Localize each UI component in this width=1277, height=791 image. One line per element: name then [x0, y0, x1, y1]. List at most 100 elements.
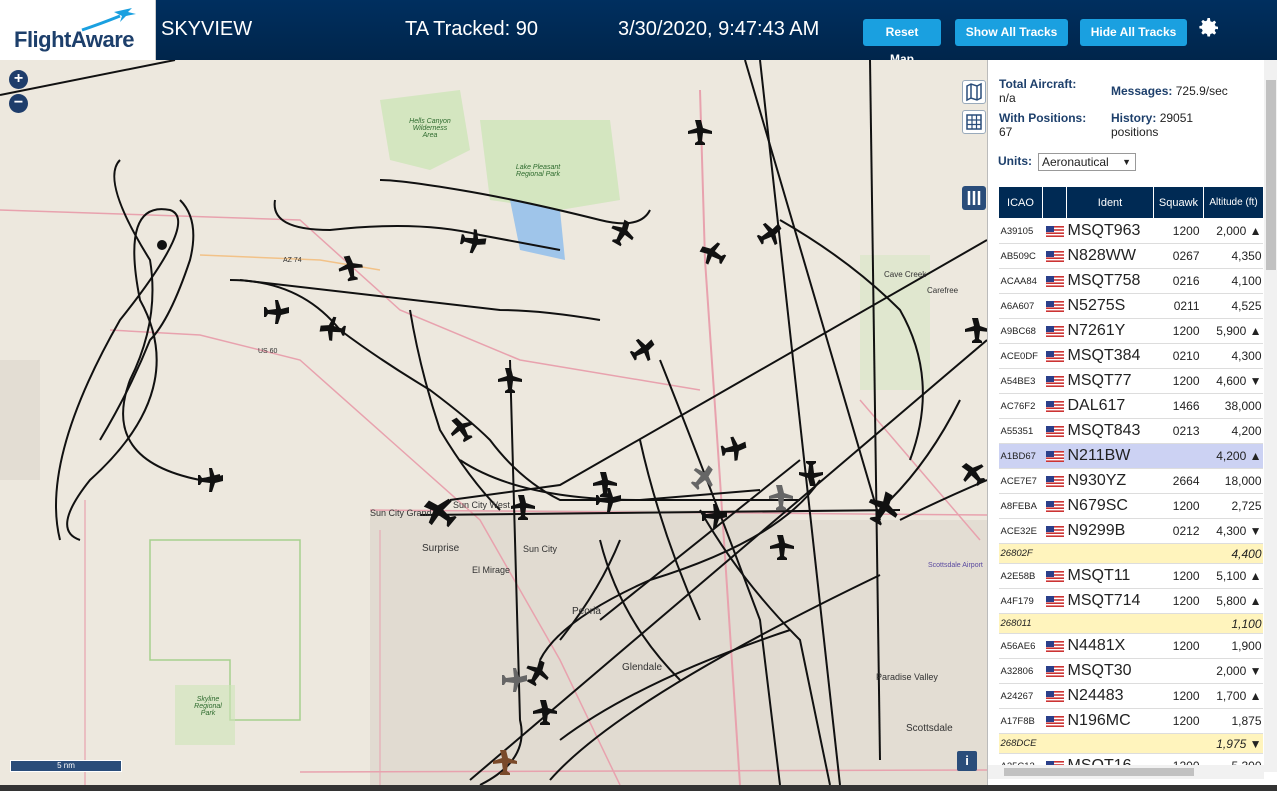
cell-squawk: 1200	[1153, 708, 1204, 734]
with-positions-label: With Positions:	[999, 111, 1087, 125]
cell-altitude: 4,525	[1203, 293, 1263, 319]
cell-ident: MSQT843	[1066, 418, 1154, 444]
columns-icon	[967, 191, 981, 205]
us-flag-icon	[1045, 376, 1064, 388]
table-row[interactable]: AB509C N828WW 0267 4,350	[998, 243, 1263, 269]
us-flag-icon	[1045, 276, 1064, 288]
us-flag-icon	[1045, 476, 1064, 488]
cell-icao: ACE32E	[998, 518, 1043, 544]
table-row[interactable]: ACAA84 MSQT758 0216 4,100	[998, 268, 1263, 294]
vertical-scroll-thumb[interactable]	[1266, 80, 1276, 270]
cell-altitude: 1,100	[1203, 613, 1263, 634]
cell-ident	[1066, 733, 1154, 754]
table-row[interactable]: A56AE6 N4481X 1200 1,900	[998, 633, 1263, 659]
grid-toggle-button[interactable]	[962, 110, 986, 134]
us-flag-icon	[1045, 691, 1064, 703]
hide-all-tracks-button[interactable]: Hide All Tracks	[1080, 19, 1187, 46]
cell-flag	[1042, 268, 1067, 294]
cell-icao: A9BC68	[998, 318, 1043, 344]
cell-squawk: 1200	[1153, 493, 1204, 519]
cell-flag	[1042, 418, 1067, 444]
table-row[interactable]: A55351 MSQT843 0213 4,200	[998, 418, 1263, 444]
cell-flag	[1042, 613, 1067, 634]
cell-ident	[1066, 613, 1154, 634]
cell-ident: N7261Y	[1066, 318, 1154, 344]
cell-altitude: 1,875	[1203, 708, 1263, 734]
table-row[interactable]: 26802F 4,400	[998, 543, 1263, 564]
map-layer-button[interactable]	[962, 80, 986, 104]
table-row[interactable]: A8FEBA N679SC 1200 2,725	[998, 493, 1263, 519]
gear-icon[interactable]	[1197, 16, 1221, 40]
info-button[interactable]: i	[957, 751, 977, 771]
column-header-icao[interactable]: ICAO	[998, 186, 1043, 219]
cell-squawk: 1200	[1153, 588, 1204, 614]
cell-ident	[1066, 543, 1154, 564]
flightaware-logo[interactable]: FlightAware	[0, 0, 156, 60]
cell-icao: A8FEBA	[998, 493, 1043, 519]
cell-squawk: 0267	[1153, 243, 1204, 269]
aircraft-table-container[interactable]: ICAO Ident Squawk Altitude (ft) A39105 MS…	[998, 186, 1263, 770]
table-row[interactable]: ACE7E7 N930YZ 2664 18,000	[998, 468, 1263, 494]
table-row[interactable]: A2E58B MSQT11 1200 5,100 ▲	[998, 563, 1263, 589]
table-row[interactable]: A4F179 MSQT714 1200 5,800 ▲	[998, 588, 1263, 614]
table-row[interactable]: A6A607 N5275S 0211 4,525	[998, 293, 1263, 319]
table-row[interactable]: A39105 MSQT963 1200 2,000 ▲	[998, 218, 1263, 244]
map-label-paradise-valley: Paradise Valley	[876, 672, 938, 682]
table-row[interactable]: 268DCE 1,975 ▼	[998, 733, 1263, 754]
us-flag-icon	[1045, 351, 1064, 363]
cell-altitude: 4,200 ▲	[1203, 443, 1263, 469]
map-label-az74: AZ 74	[283, 257, 302, 264]
reset-map-button[interactable]: Reset Map	[863, 19, 941, 66]
column-header-altitude[interactable]: Altitude (ft)	[1203, 186, 1263, 219]
map-base-layer	[0, 60, 987, 785]
zoom-in-button[interactable]: +	[9, 70, 28, 89]
cell-flag	[1042, 368, 1067, 394]
horizontal-scroll-thumb[interactable]	[1004, 768, 1194, 776]
cell-ident: MSQT77	[1066, 368, 1154, 394]
zoom-out-button[interactable]: −	[9, 94, 28, 113]
cell-altitude: 4,600 ▼	[1203, 368, 1263, 394]
cell-ident: N828WW	[1066, 243, 1154, 269]
columns-toggle-button[interactable]	[962, 186, 986, 210]
table-row[interactable]: A1BD67 N211BW 4,200 ▲	[998, 443, 1263, 469]
cell-flag	[1042, 633, 1067, 659]
map-canvas[interactable]: Hells Canyon Wilderness Area Lake Pleasa…	[0, 60, 987, 785]
table-row[interactable]: A9BC68 N7261Y 1200 5,900 ▲	[998, 318, 1263, 344]
cell-icao: 26802F	[998, 543, 1043, 564]
cell-squawk: 0212	[1153, 518, 1204, 544]
table-row[interactable]: ACE0DF MSQT384 0210 4,300	[998, 343, 1263, 369]
table-row[interactable]: A24267 N24483 1200 1,700 ▲	[998, 683, 1263, 709]
column-header-flag[interactable]	[1042, 186, 1067, 219]
table-row[interactable]: A54BE3 MSQT77 1200 4,600 ▼	[998, 368, 1263, 394]
cell-altitude: 4,350	[1203, 243, 1263, 269]
column-header-squawk[interactable]: Squawk	[1153, 186, 1204, 219]
history-stat: History: 29051 positions	[1111, 111, 1241, 139]
with-positions-value: 67	[999, 125, 1013, 139]
table-row[interactable]: ACE32E N9299B 0212 4,300 ▼	[998, 518, 1263, 544]
header-bar: FlightAware SKYVIEW TA Tracked: 90 3/30/…	[0, 0, 1277, 66]
units-dropdown[interactable]: Aeronautical ▼	[1038, 153, 1136, 171]
table-row[interactable]: A17F8B N196MC 1200 1,875	[998, 708, 1263, 734]
map-label-surprise: Surprise	[422, 543, 460, 554]
cell-squawk: 2664	[1153, 468, 1204, 494]
cell-squawk: 0216	[1153, 268, 1204, 294]
cell-flag	[1042, 658, 1067, 684]
table-row[interactable]: 268011 1,100	[998, 613, 1263, 634]
cell-flag	[1042, 343, 1067, 369]
table-row[interactable]: AC76F2 DAL617 1466 38,000	[998, 393, 1263, 419]
cell-ident: MSQT11	[1066, 563, 1154, 589]
show-all-tracks-button[interactable]: Show All Tracks	[955, 19, 1068, 46]
cell-squawk: 0211	[1153, 293, 1204, 319]
history-label: History:	[1111, 111, 1157, 125]
horizontal-scrollbar[interactable]	[988, 765, 1264, 779]
cell-squawk	[1153, 443, 1204, 469]
column-header-ident[interactable]: Ident	[1066, 186, 1154, 219]
cell-squawk: 1200	[1153, 318, 1204, 344]
us-flag-icon	[1045, 226, 1064, 238]
timestamp: 3/30/2020, 9:47:43 AM	[618, 18, 820, 40]
vertical-scrollbar[interactable]	[1264, 60, 1277, 772]
cell-altitude: 1,975 ▼	[1203, 733, 1263, 754]
map-icon	[966, 82, 982, 102]
cell-flag	[1042, 518, 1067, 544]
table-row[interactable]: A32806 MSQT30 2,000 ▼	[998, 658, 1263, 684]
